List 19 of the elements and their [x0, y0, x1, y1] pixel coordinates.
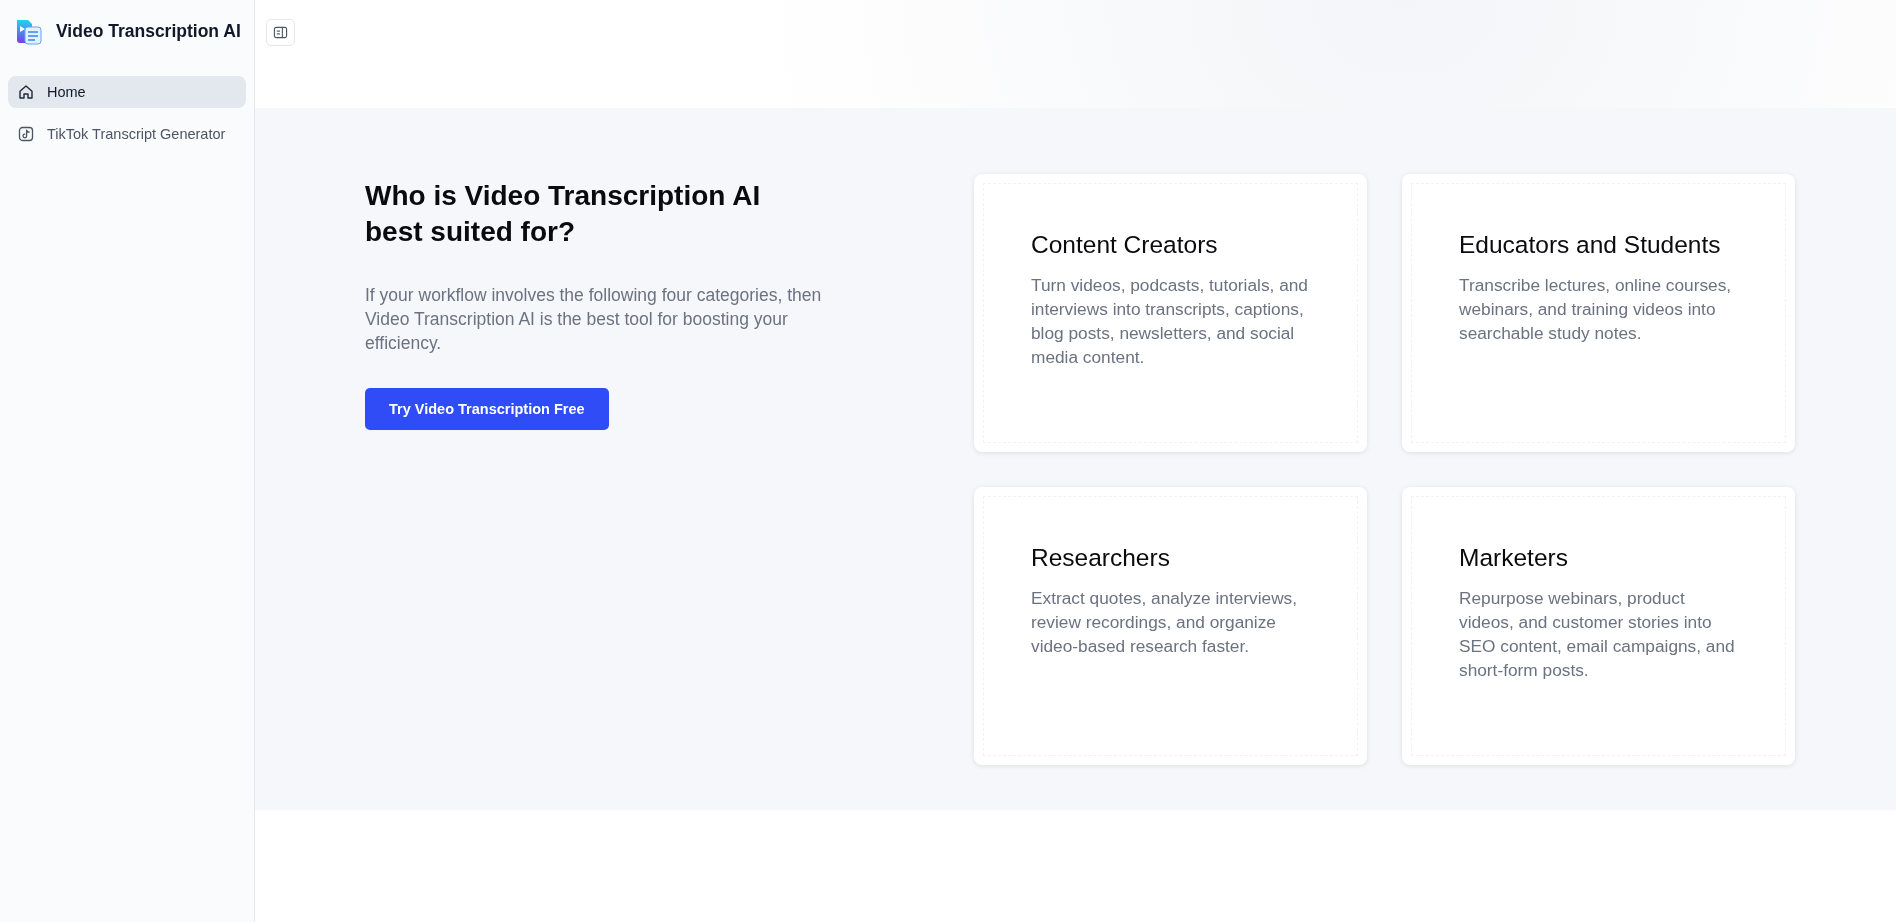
- house-icon: [18, 84, 34, 100]
- card-description: Extract quotes, analyze interviews, review recordings, and organize video-based research faster.: [1031, 587, 1299, 658]
- section-description: If your workflow involves the following four categories, then Video Transcription AI is the best tool for boosting your efficiency.: [365, 284, 823, 355]
- card-description: Transcribe lectures, online courses, webinars, and training videos into searchable study notes.: [1459, 274, 1733, 345]
- card-description: Repurpose webinars, product videos, and customer stories into SEO content, email campaigns, and short-form posts.: [1459, 587, 1736, 682]
- card-title: Content Creators: [1031, 230, 1219, 260]
- card-title: Educators and Students: [1459, 230, 1722, 260]
- sidebar-toggle-button[interactable]: [266, 19, 295, 46]
- card-description: Turn videos, podcasts, tutorials, and interviews into transcripts, captions, blog posts, newsletters, and social media content.: [1031, 274, 1309, 369]
- card-title: Researchers: [1031, 543, 1171, 573]
- app-name: Video Transcription AI: [56, 20, 241, 42]
- logo-icon: [14, 17, 42, 45]
- sidebar-item[interactable]: Home: [8, 76, 246, 108]
- panel-icon: [273, 25, 288, 40]
- section-heading: Who is Video Transcription AI best suited for?: [365, 179, 762, 249]
- music-note-icon: [18, 126, 34, 142]
- card-title: Marketers: [1459, 543, 1569, 573]
- sidebar-item[interactable]: TikTok Transcript Generator: [8, 118, 246, 150]
- try-free-button[interactable]: Try Video Transcription Free: [365, 388, 609, 430]
